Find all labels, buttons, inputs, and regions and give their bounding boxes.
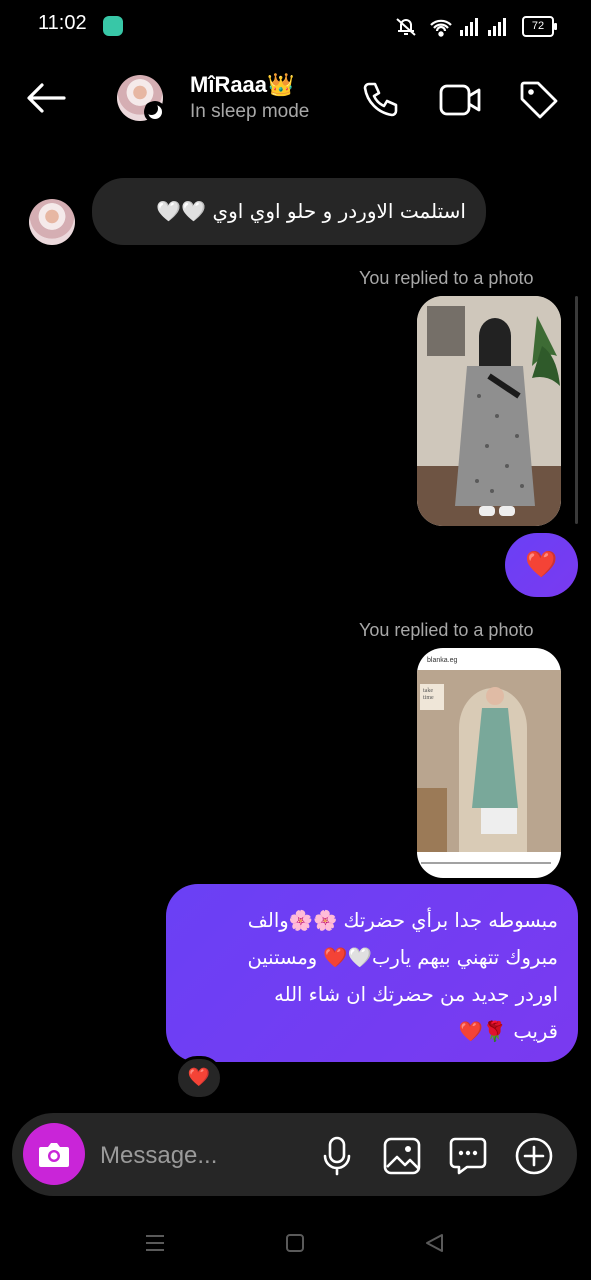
incoming-message-bubble[interactable]: استلمت الاوردر و حلو اوي اوي 🤍🤍 xyxy=(92,178,486,245)
mic-icon[interactable] xyxy=(322,1136,352,1176)
message-line-3: اوردر جديد من حضرتك ان شاء الله xyxy=(274,983,558,1006)
photo-thumbnail xyxy=(417,296,561,526)
status-time: 11:02 xyxy=(38,12,87,34)
sleep-badge xyxy=(144,101,166,123)
contact-name[interactable]: MîRaaa👑 xyxy=(190,72,294,98)
contact-status: In sleep mode xyxy=(190,101,310,122)
wifi-icon xyxy=(430,19,452,37)
back-nav-icon[interactable] xyxy=(424,1233,446,1253)
phone-icon[interactable] xyxy=(360,80,400,120)
battery-indicator: 72 xyxy=(522,16,557,37)
notification-app-icon xyxy=(103,16,123,36)
replied-label: You replied to a photo xyxy=(359,268,534,288)
outgoing-message-bubble[interactable]: مبسوطه جدا برأي حضرتك 🌸🌸والف مبروك تتهني… xyxy=(166,884,578,1062)
tag-icon[interactable] xyxy=(518,79,560,121)
home-nav-icon[interactable] xyxy=(285,1233,305,1253)
message-line-2: مبروك تتهني بيهم يارب🤍❤️ ومستنين xyxy=(247,946,558,969)
replied-label-2: You replied to a photo xyxy=(359,620,534,640)
sender-avatar[interactable] xyxy=(29,199,75,245)
photo-sign-text: take time xyxy=(423,688,434,701)
status-icons xyxy=(396,18,506,37)
photo-thumbnail-2 xyxy=(417,670,561,864)
message-line-1: مبسوطه جدا برأي حضرتك 🌸🌸والف xyxy=(247,909,558,932)
reply-quote-bar xyxy=(575,296,578,524)
signal-2-icon xyxy=(488,18,506,36)
sticker-icon[interactable] xyxy=(449,1137,487,1175)
reaction-badge[interactable]: ❤️ xyxy=(175,1056,223,1100)
camera-icon xyxy=(39,1143,69,1167)
plus-icon[interactable] xyxy=(514,1136,554,1176)
message-line-4: قريب 🌹❤️ xyxy=(458,1020,558,1043)
signal-1-icon xyxy=(460,18,478,36)
video-icon[interactable] xyxy=(438,82,482,118)
message-input[interactable] xyxy=(98,1137,302,1175)
replied-photo-2[interactable]: blanka.eg take time xyxy=(417,648,561,878)
gallery-icon[interactable] xyxy=(383,1137,421,1175)
silent-icon xyxy=(396,18,416,36)
heart-reply-bubble[interactable]: ❤️ xyxy=(505,533,578,597)
replied-photo[interactable] xyxy=(417,296,561,526)
camera-button[interactable] xyxy=(23,1123,85,1185)
menu-nav-icon[interactable] xyxy=(144,1233,166,1253)
back-arrow-icon[interactable] xyxy=(26,82,66,114)
